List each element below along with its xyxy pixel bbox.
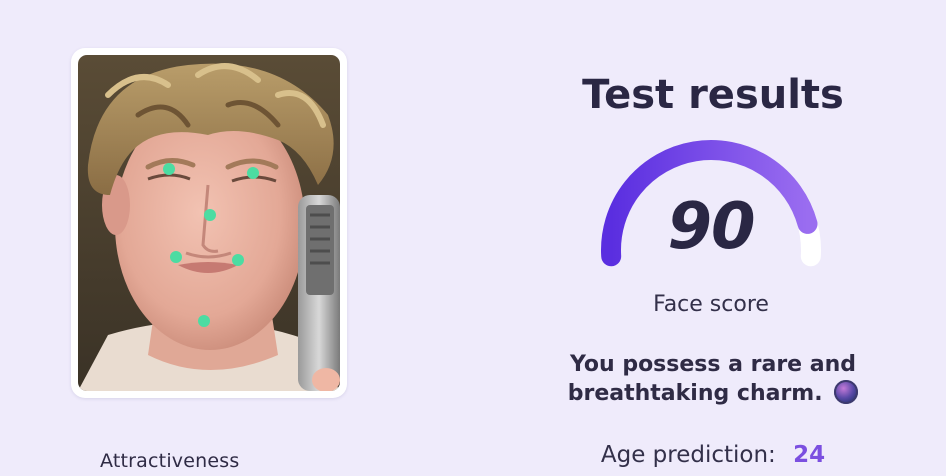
result-description-text: You possess a rare and breathtaking char… [567, 352, 857, 406]
page-title: Test results [582, 72, 844, 118]
age-prediction: Age prediction: 24 [560, 442, 866, 468]
age-prediction-label: Age prediction: [600, 442, 776, 468]
face-photo-card [71, 48, 347, 398]
face-score-value: 90 [667, 190, 755, 264]
sparkle-orb-icon [834, 380, 859, 404]
age-prediction-value: 24 [793, 442, 826, 468]
face-photo [78, 55, 340, 391]
result-description: You possess a rare and breathtaking char… [560, 350, 866, 408]
attractiveness-label: Attractiveness [100, 450, 240, 472]
face-score-label: Face score [653, 292, 769, 317]
